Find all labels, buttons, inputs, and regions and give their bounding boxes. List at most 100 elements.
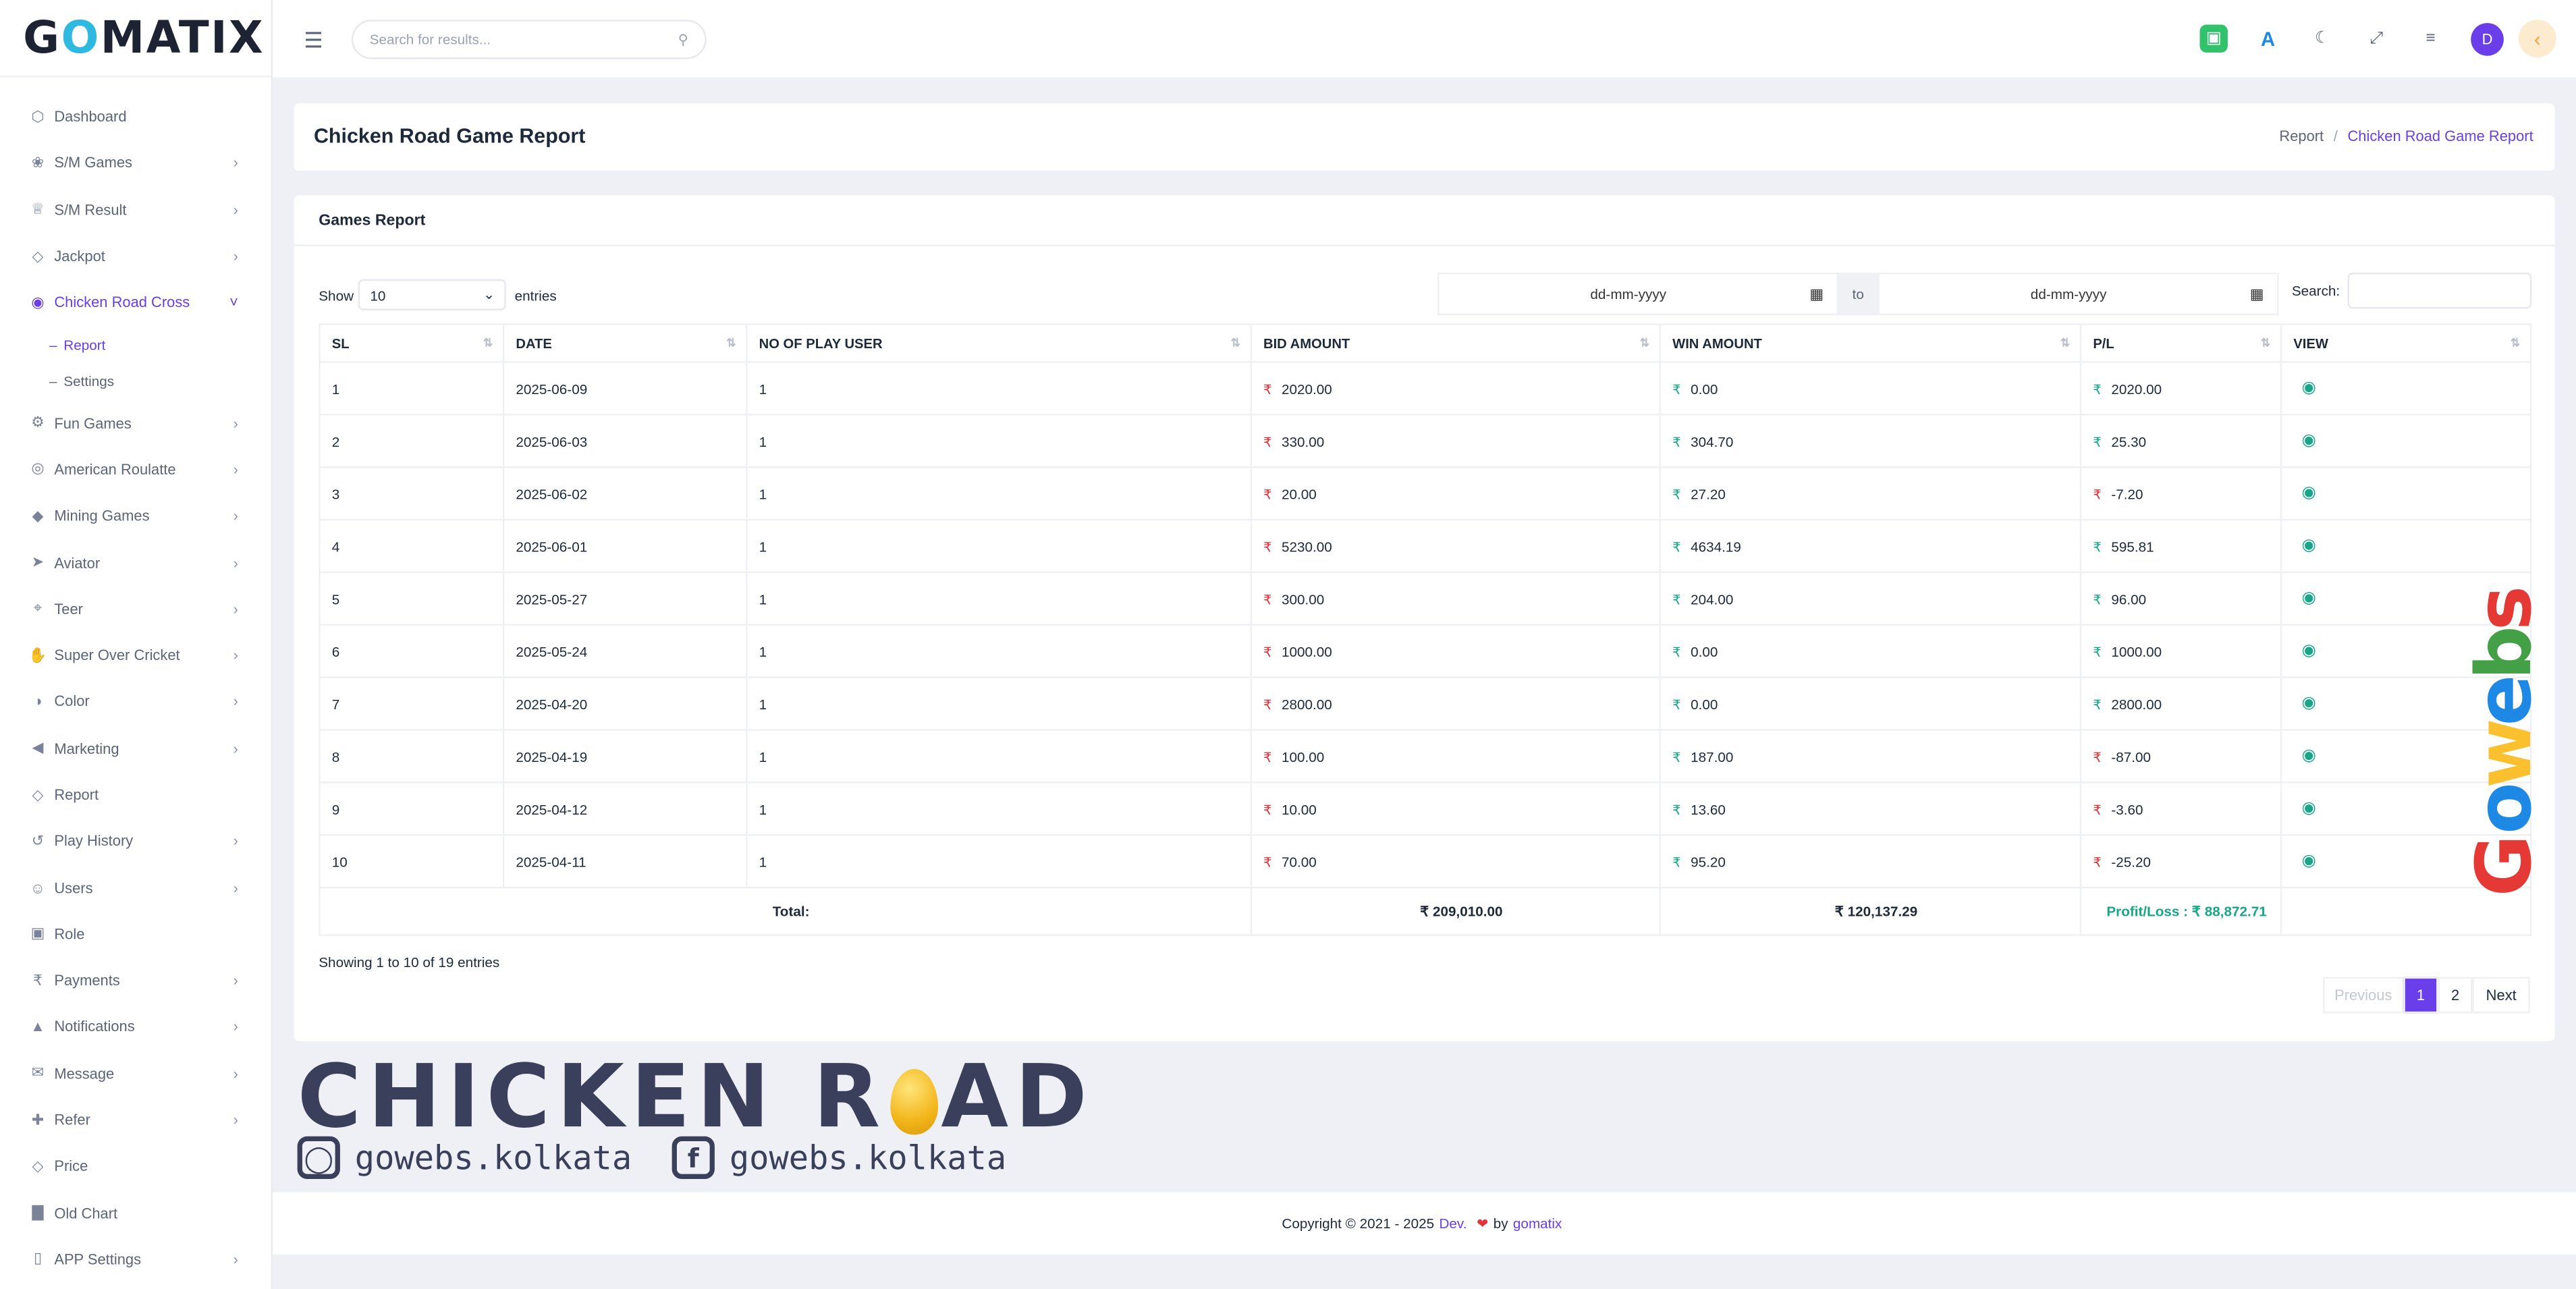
app-store-icon[interactable]: ▣ <box>2199 24 2228 53</box>
sidebar-item[interactable]: ➤ Aviator › <box>0 539 271 586</box>
entries-select[interactable]: 10 ⌄ <box>358 279 507 310</box>
copyright-text: Copyright © 2021 - 2025 <box>1282 1215 1435 1232</box>
sidebar-item[interactable]: ♕ S/M Result › <box>0 186 271 233</box>
align-right-icon[interactable]: ≡ <box>2417 24 2444 52</box>
col-date[interactable]: DATE ⇅ <box>502 323 748 363</box>
sidebar-item[interactable]: ▣ Role <box>0 911 271 958</box>
sidebar-item[interactable]: ◇ Price <box>0 1143 271 1190</box>
eye-icon[interactable]: ◉ <box>2293 589 2315 607</box>
eye-icon[interactable]: ◉ <box>2293 432 2315 450</box>
cell-value: 70.00 <box>1281 853 1317 870</box>
calendar-icon[interactable]: ▦ <box>2250 285 2264 303</box>
instagram-text: gowebs.kolkata <box>354 1138 632 1178</box>
fullscreen-icon[interactable]: ⤢ <box>2363 24 2390 52</box>
sidebar-item[interactable]: ◎ American Roulatte › <box>0 446 271 493</box>
chevron-right-icon: › <box>233 879 238 896</box>
sidebar-item[interactable]: ☺ Users › <box>0 865 271 911</box>
eye-icon[interactable]: ◉ <box>2293 800 2315 818</box>
eye-icon[interactable]: ◉ <box>2293 747 2315 765</box>
logo[interactable]: GOMATIX <box>0 0 271 78</box>
sidebar-item[interactable]: ⬡ Dashboard <box>0 94 271 140</box>
chicken-road-banner: CHICKEN R AD ◯ gowebs.kolkata f gowebs.ko… <box>297 1047 1087 1192</box>
cell-users: 1 <box>746 414 1252 468</box>
col-sl[interactable]: SL ⇅ <box>319 323 505 363</box>
sidebar-item[interactable]: ✉ Message › <box>0 1050 271 1097</box>
next-button[interactable]: Next <box>2472 977 2530 1014</box>
sidebar-item[interactable]: ↺ Play History › <box>0 818 271 865</box>
cube-icon: ⬡ <box>31 107 45 125</box>
col-pl[interactable]: P/L ⇅ <box>2079 323 2282 363</box>
dev-link[interactable]: Dev. <box>1439 1215 1467 1232</box>
diamond-icon: ◆ <box>32 507 44 524</box>
sidebar-item[interactable]: ◇ Report <box>0 771 271 818</box>
cell-value: -87.00 <box>2111 748 2152 765</box>
sidebar-item[interactable]: ◇ Jackpot › <box>0 233 271 279</box>
chevron-left-icon[interactable]: ‹ <box>2518 20 2556 58</box>
sidebar-item-label: Dashboard <box>54 108 127 126</box>
sort-icon: ⇅ <box>2510 338 2521 350</box>
rocket-icon: ➤ <box>31 553 45 570</box>
date-from-input[interactable]: dd-mm-yyyy ▦ <box>1437 272 1838 316</box>
col-win[interactable]: WIN AMOUNT ⇅ <box>1659 323 2082 363</box>
sidebar-item[interactable]: ◀ Marketing › <box>0 725 271 771</box>
sidebar-item[interactable]: ✚ Refer › <box>0 1097 271 1143</box>
cell-view: ◉ <box>2280 414 2532 468</box>
col-users[interactable]: NO OF PLAY USER ⇅ <box>746 323 1252 363</box>
table-header-row: SL ⇅ DATE ⇅ NO OF PLAY USER ⇅ BID AMOUNT ⇅ W… <box>319 323 2532 363</box>
previous-button[interactable]: Previous <box>2323 977 2404 1014</box>
sidebar-item-label: Notifications <box>54 1018 135 1036</box>
cell-sl: 1 <box>319 361 505 416</box>
sidebar-item[interactable]: ▯ APP Settings › <box>0 1236 271 1283</box>
eye-icon[interactable]: ◉ <box>2293 694 2315 713</box>
calendar-icon[interactable]: ▦ <box>1809 285 1824 303</box>
sidebar-item[interactable]: ⌖ Teer › <box>0 586 271 632</box>
rupee-icon: ₹ <box>2093 381 2102 397</box>
table-search-input[interactable] <box>2347 272 2532 309</box>
date-to-input[interactable]: dd-mm-yyyy ▦ <box>1878 272 2279 316</box>
sidebar-item[interactable]: ◆ Mining Games › <box>0 493 271 539</box>
dark-mode-icon[interactable]: ☾ <box>2308 24 2336 52</box>
translate-icon[interactable]: A <box>2254 24 2282 52</box>
menu-toggle-icon[interactable]: ☰ <box>304 28 323 54</box>
eye-icon[interactable]: ◉ <box>2293 537 2315 555</box>
cell-pl: ₹25.30 <box>2079 414 2282 468</box>
table-row: 3 2025-06-02 1 ₹20.00 ₹27.20 ₹ -7.20 ◉ <box>319 466 2532 521</box>
sidebar-item[interactable]: ▲ Notifications › <box>0 1004 271 1050</box>
sidebar-item[interactable]: ▇ Old Chart <box>0 1190 271 1236</box>
cell-pl: ₹ -7.20 <box>2079 466 2282 521</box>
sidebar-item[interactable]: ◉ Chicken Road Cross ˅ <box>0 279 271 326</box>
sidebar-subitem[interactable]: – Report <box>0 326 271 363</box>
cell-view: ◉ <box>2280 361 2532 416</box>
sidebar-subitem[interactable]: – Settings <box>0 363 271 400</box>
sidebar-item[interactable]: ◑ Color › <box>0 679 271 725</box>
search-input[interactable]: Search for results... ⚲ <box>351 20 707 59</box>
chevron-right-icon: › <box>233 1018 238 1036</box>
eye-icon[interactable]: ◉ <box>2293 485 2315 503</box>
cell-date: 2025-06-02 <box>502 466 748 521</box>
page-1-button[interactable]: 1 <box>2403 977 2438 1014</box>
eye-icon[interactable]: ◉ <box>2293 379 2315 397</box>
chevron-right-icon: › <box>233 248 238 265</box>
col-label: WIN AMOUNT <box>1672 335 1762 352</box>
sidebar-item[interactable]: ⚙ Fun Games › <box>0 400 271 446</box>
eye-icon[interactable]: ◉ <box>2293 642 2315 660</box>
cell-value: 330.00 <box>1281 433 1325 449</box>
sidebar-item[interactable]: ✋ Super Over Cricket › <box>0 632 271 679</box>
company-link[interactable]: gomatix <box>1513 1215 1562 1232</box>
rupee-icon: ₹ <box>1672 434 1681 449</box>
breadcrumb-report[interactable]: Report <box>2279 128 2324 144</box>
total-row: Total: ₹ 209,010.00 ₹ 120,137.29 Profit/… <box>319 886 2532 936</box>
cell-view: ◉ <box>2280 466 2532 521</box>
page-2-button[interactable]: 2 <box>2438 977 2473 1014</box>
col-label: BID AMOUNT <box>1263 335 1350 352</box>
sidebar-item[interactable]: ₹ Payments › <box>0 958 271 1004</box>
eye-icon[interactable]: ◉ <box>2293 852 2315 871</box>
sidebar-item[interactable]: ❀ S/M Games › <box>0 140 271 187</box>
cell-users: 1 <box>746 466 1252 521</box>
avatar[interactable]: D <box>2471 22 2504 55</box>
cell-win: ₹304.70 <box>1659 414 2082 468</box>
col-bid[interactable]: BID AMOUNT ⇅ <box>1250 323 1662 363</box>
facebook-icon: f <box>672 1136 715 1179</box>
col-view[interactable]: VIEW ⇅ <box>2280 323 2532 363</box>
chevron-right-icon: › <box>233 1065 238 1082</box>
